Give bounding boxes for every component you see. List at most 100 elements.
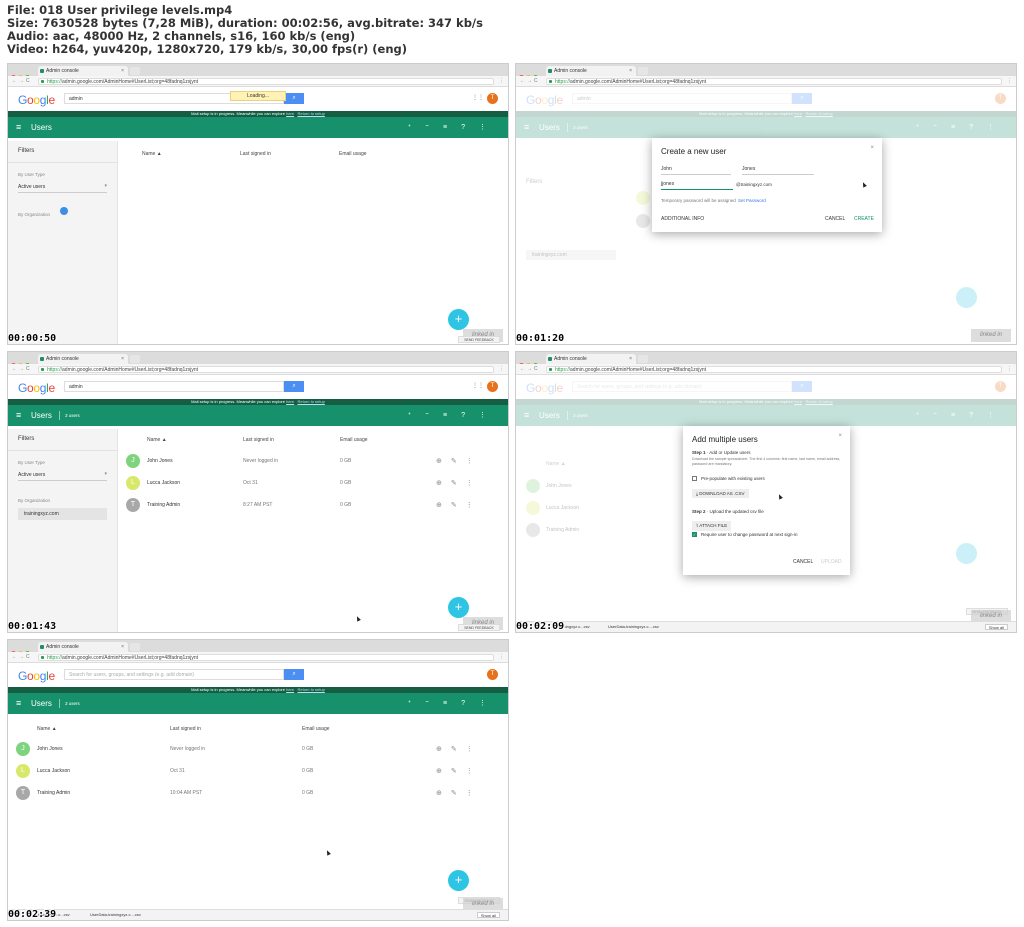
edit-pencil-icon[interactable]: ✎ [451, 768, 466, 775]
send-feedback-button[interactable]: SEND FEEDBACK [458, 336, 500, 343]
table-row[interactable]: T Training Admin 8:27 AM PST 0 GB ⊕✎⋮ [126, 498, 496, 518]
browser-tab[interactable]: Admin console × [38, 66, 128, 76]
add-fab-button[interactable]: + [448, 597, 469, 618]
new-tab-button[interactable] [638, 67, 648, 75]
cancel-button[interactable]: CANCEL [793, 559, 813, 565]
new-tab-button[interactable] [130, 355, 140, 363]
close-icon[interactable]: × [870, 145, 874, 151]
return-setup-link[interactable]: Return to setup [297, 687, 324, 692]
url-input[interactable]: https://admin.google.com/AdminHome#UserL… [38, 78, 494, 85]
google-logo[interactable]: Google [18, 93, 55, 107]
admin-search-input[interactable]: admin [64, 381, 284, 392]
url-input[interactable]: https://admin.google.com/AdminHome#UserL… [546, 366, 1002, 373]
settings-icon[interactable]: ⊕ [436, 480, 451, 487]
close-icon[interactable]: × [838, 433, 842, 439]
close-tab-icon[interactable]: × [121, 66, 124, 76]
cancel-button[interactable]: CANCEL [825, 216, 845, 222]
setup-here-link[interactable]: here [286, 111, 294, 116]
attach-file-button[interactable]: ⌇ ATTACH FILE [692, 521, 732, 531]
nav-arrows-icon[interactable]: ←→C [520, 364, 540, 375]
more-vert-icon[interactable]: ⋮ [479, 412, 500, 419]
search-icon[interactable]: ⌕ [284, 669, 304, 680]
prepopulate-checkbox[interactable] [692, 476, 697, 481]
more-vert-icon[interactable]: ⋮ [466, 746, 482, 753]
nav-arrows-icon[interactable]: ←→C [12, 652, 32, 663]
set-password-link[interactable]: Set Password [738, 198, 766, 203]
more-vert-icon[interactable]: ⋮ [466, 502, 482, 509]
table-row[interactable]: J John Jones Never logged in 0 GB ⊕✎⋮ [16, 742, 500, 762]
col-name-header[interactable]: Name ▲ [147, 437, 167, 443]
col-last-signed-header[interactable]: Last signed in [170, 726, 201, 732]
url-input[interactable]: https://admin.google.com/AdminHome#UserL… [38, 366, 494, 373]
edit-pencil-icon[interactable]: ✎ [451, 480, 466, 487]
close-tab-icon[interactable]: × [121, 354, 124, 364]
additional-info-button[interactable]: ADDITIONAL INFO [661, 216, 704, 222]
account-avatar[interactable]: T [487, 381, 498, 392]
show-all-button[interactable]: Show all [984, 624, 1008, 630]
search-icon[interactable]: ⌕ [284, 381, 304, 392]
url-input[interactable]: https://admin.google.com/AdminHome#UserL… [38, 654, 494, 661]
col-email-usage-header[interactable]: Email usage [340, 437, 368, 443]
user-name[interactable]: John Jones [147, 458, 173, 464]
col-name-header[interactable]: Name ▲ [142, 151, 162, 157]
nav-arrows-icon[interactable]: ←→C [12, 76, 32, 87]
apps-grid-icon[interactable]: ⋮⋮ [472, 383, 484, 389]
username-field[interactable]: jjones [661, 181, 733, 190]
user-type-select[interactable]: Active users [18, 182, 107, 193]
filter-icon[interactable]: ≡ [443, 700, 461, 707]
table-row[interactable]: J John Jones Never logged in 0 GB ⊕✎⋮ [126, 454, 496, 474]
more-vert-icon[interactable]: ⋮ [479, 700, 500, 707]
add-user-icon[interactable]: ⁺⁼ [408, 124, 443, 131]
settings-icon[interactable]: ⊕ [436, 458, 451, 465]
close-tab-icon[interactable]: × [121, 642, 124, 652]
apps-grid-icon[interactable]: ⋮⋮ [472, 95, 484, 101]
setup-here-link[interactable]: here [286, 687, 294, 692]
return-setup-link[interactable]: Return to setup [297, 111, 324, 116]
download-item[interactable]: UserData-trainingxyz.c....csv [608, 622, 659, 632]
browser-menu-icon[interactable]: ⋮ [499, 652, 504, 663]
edit-pencil-icon[interactable]: ✎ [451, 790, 466, 797]
add-fab-button[interactable]: + [448, 309, 469, 330]
last-name-field[interactable]: Jones [742, 166, 814, 175]
edit-pencil-icon[interactable]: ✎ [451, 458, 466, 465]
more-vert-icon[interactable]: ⋮ [466, 480, 482, 487]
table-row[interactable]: L Lucca Jackson Oct 31 0 GB ⊕✎⋮ [126, 476, 496, 496]
settings-icon[interactable]: ⊕ [436, 746, 451, 753]
edit-pencil-icon[interactable]: ✎ [451, 502, 466, 509]
col-last-signed-header[interactable]: Last signed in [243, 437, 274, 443]
first-name-field[interactable]: John [661, 166, 731, 175]
more-vert-icon[interactable]: ⋮ [466, 768, 482, 775]
search-icon[interactable]: ⌕ [284, 93, 304, 104]
send-feedback-button[interactable]: SEND FEEDBACK [458, 624, 500, 631]
help-icon[interactable]: ? [461, 412, 479, 419]
browser-menu-icon[interactable]: ⋮ [499, 364, 504, 375]
download-csv-button[interactable]: ⤓ DOWNLOAD AS .CSV [692, 489, 749, 498]
add-fab-button[interactable]: + [448, 870, 469, 891]
new-tab-button[interactable] [130, 643, 140, 651]
user-name[interactable]: Training Admin [37, 790, 70, 796]
user-name[interactable]: John Jones [37, 746, 63, 752]
col-name-header[interactable]: Name ▲ [37, 726, 57, 732]
settings-icon[interactable]: ⊕ [436, 790, 451, 797]
new-tab-button[interactable] [130, 67, 140, 75]
show-all-button[interactable]: Show all [476, 912, 500, 918]
edit-pencil-icon[interactable]: ✎ [451, 746, 466, 753]
close-tab-icon[interactable]: × [629, 354, 632, 364]
create-button[interactable]: CREATE [854, 216, 874, 222]
return-setup-link[interactable]: Return to setup [297, 399, 324, 404]
hamburger-menu-icon[interactable]: ≡ [16, 122, 21, 133]
help-icon[interactable]: ? [461, 124, 479, 131]
browser-menu-icon[interactable]: ⋮ [1007, 364, 1012, 375]
org-item[interactable]: trainingxyz.com [18, 508, 107, 520]
browser-tab[interactable]: Admin console × [38, 354, 128, 364]
more-vert-icon[interactable]: ⋮ [479, 124, 500, 131]
browser-tab[interactable]: Admin console × [546, 354, 636, 364]
col-email-usage-header[interactable]: Email usage [302, 726, 330, 732]
filter-icon[interactable]: ≡ [443, 412, 461, 419]
url-input[interactable]: https://admin.google.com/AdminHome#UserL… [546, 78, 1002, 85]
download-item[interactable]: UserData-trainingxyz.c....csv [90, 910, 141, 920]
browser-tab[interactable]: Admin console × [546, 66, 636, 76]
account-avatar[interactable]: T [487, 93, 498, 104]
google-logo[interactable]: Google [18, 381, 55, 395]
filter-icon[interactable]: ≡ [443, 124, 461, 131]
